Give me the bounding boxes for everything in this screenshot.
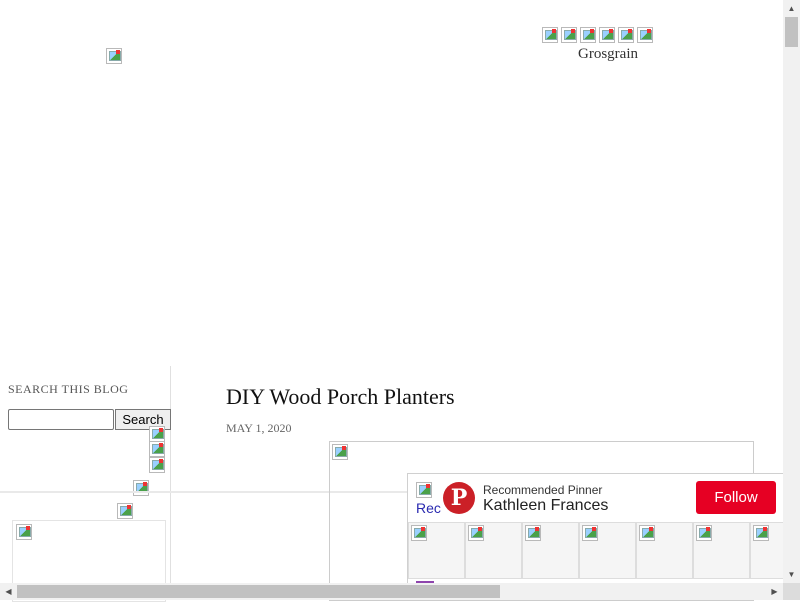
pin-thumbnail-image	[753, 525, 769, 541]
brand-text: Grosgrain	[578, 46, 638, 62]
pinterest-logo-icon[interactable]: P	[443, 482, 475, 514]
social-icon[interactable]	[561, 27, 577, 43]
sidebar-image[interactable]	[117, 503, 133, 519]
social-icon[interactable]	[599, 27, 615, 43]
post-title[interactable]: DIY Wood Porch Planters	[226, 384, 455, 410]
sidebar-image[interactable]	[149, 457, 165, 473]
pin-thumbnail[interactable]	[522, 522, 579, 579]
scroll-right-icon[interactable]: ▶	[766, 583, 783, 600]
search-input[interactable]	[8, 409, 114, 430]
search-heading: SEARCH THIS BLOG	[8, 382, 129, 396]
horizontal-scroll-thumb[interactable]	[17, 585, 500, 598]
pinner-name[interactable]: Kathleen Frances	[483, 497, 608, 515]
pinner-avatar-alt-text: Rec	[416, 500, 441, 516]
scroll-down-icon[interactable]: ▼	[783, 566, 800, 583]
recommended-pinner-label: Recommended Pinner	[483, 483, 603, 497]
horizontal-scrollbar[interactable]: ◀ ▶	[0, 583, 783, 600]
sidebar-image[interactable]	[149, 426, 165, 442]
pin-thumbnail[interactable]	[408, 522, 465, 579]
social-icon[interactable]	[637, 27, 653, 43]
pin-thumbnail-image	[639, 525, 655, 541]
scrollbar-corner	[783, 583, 800, 600]
post-date: MAY 1, 2020	[226, 421, 292, 435]
pin-thumbnail[interactable]	[636, 522, 693, 579]
sidebar-image[interactable]	[149, 441, 165, 457]
social-icon[interactable]	[542, 27, 558, 43]
sidebar-divider	[170, 366, 171, 600]
pin-thumbnail-image	[411, 525, 427, 541]
sidebar-box-image[interactable]	[16, 524, 32, 540]
vertical-scroll-thumb[interactable]	[785, 17, 798, 47]
pin-thumbnail[interactable]	[579, 522, 636, 579]
pinner-avatar-image	[416, 482, 432, 498]
social-icons-row	[542, 27, 653, 43]
post-image-placeholder-icon	[332, 444, 348, 460]
pin-thumbnail-image	[696, 525, 712, 541]
pin-thumbnail-image	[525, 525, 541, 541]
pin-thumbnail[interactable]	[750, 522, 783, 579]
scroll-up-icon[interactable]: ▲	[783, 0, 800, 17]
pin-thumbnail-image	[582, 525, 598, 541]
pin-thumbnail-image	[468, 525, 484, 541]
pin-thumbnail-grid	[408, 522, 783, 579]
pinterest-widget: Rec P Recommended Pinner Kathleen France…	[407, 473, 783, 600]
pinner-avatar[interactable]: Rec	[416, 482, 441, 516]
social-icon[interactable]	[618, 27, 634, 43]
follow-button[interactable]: Follow	[696, 481, 776, 514]
scroll-left-icon[interactable]: ◀	[0, 583, 17, 600]
social-icon[interactable]	[580, 27, 596, 43]
vertical-scrollbar[interactable]: ▲ ▼	[783, 0, 800, 583]
pin-thumbnail[interactable]	[693, 522, 750, 579]
header-logo-image[interactable]	[106, 48, 122, 64]
pin-thumbnail[interactable]	[465, 522, 522, 579]
sidebar-image[interactable]	[133, 480, 149, 496]
